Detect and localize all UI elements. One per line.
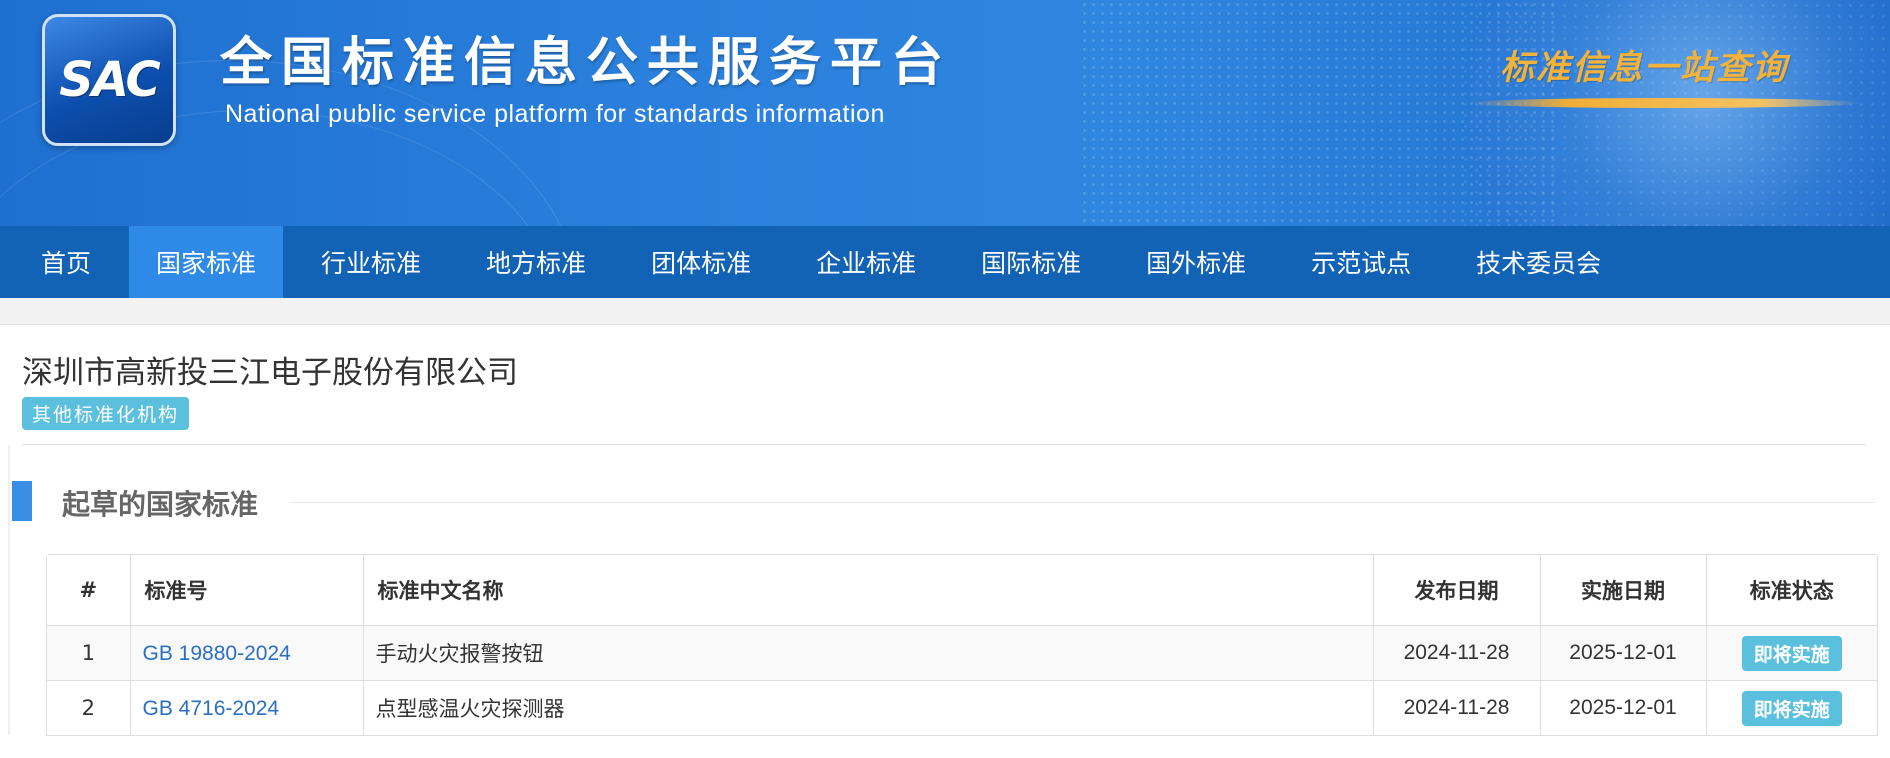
table-row[interactable]: 1 GB 19880-2024 手动火灾报警按钮 2024-11-28 2025… <box>47 625 1877 681</box>
sac-logo[interactable]: SAC <box>42 14 176 146</box>
drafted-standards-section: 起草的国家标准 <box>0 445 1890 735</box>
standard-name: 手动火灾报警按钮 <box>362 625 1374 681</box>
slogan-brush-stroke <box>1470 98 1860 108</box>
publish-date: 2024-11-28 <box>1372 680 1541 736</box>
section-accent-bar <box>12 481 32 521</box>
publish-date: 2024-11-28 <box>1372 625 1541 681</box>
site-title: 全国标准信息公共服务平台 <box>220 33 953 93</box>
nav-item-enterprise-standards[interactable]: 企业标准 <box>789 226 943 298</box>
main-nav: 首页 国家标准 行业标准 地方标准 团体标准 企业标准 国际标准 国外标准 示范… <box>0 226 1890 298</box>
column-header-status[interactable]: 标准状态 <box>1705 555 1877 626</box>
nav-item-group-standards[interactable]: 团体标准 <box>624 226 778 298</box>
status-badge: 即将实施 <box>1741 635 1842 671</box>
header-banner: SAC 全国标准信息公共服务平台 National public service… <box>0 0 1890 226</box>
globe-dots <box>1460 0 1890 226</box>
table-header-row: # 标准号 标准中文名称 发布日期 实施日期 标准状态 <box>47 555 1877 626</box>
status-badge: 即将实施 <box>1741 690 1842 726</box>
content-gap <box>0 298 1890 325</box>
column-header-effective-date[interactable]: 实施日期 <box>1539 555 1707 626</box>
standard-name: 点型感温火灾探测器 <box>362 680 1374 736</box>
nav-item-home[interactable]: 首页 <box>14 226 118 298</box>
section-left-border <box>8 445 10 735</box>
standard-code-link[interactable]: GB 4716-2024 <box>143 697 280 720</box>
nav-item-technical-committee[interactable]: 技术委员会 <box>1449 226 1628 298</box>
logo-text: SAC <box>59 52 160 108</box>
slogan: 标准信息一站查询 <box>1500 48 1788 88</box>
nav-item-foreign-standards[interactable]: 国外标准 <box>1119 226 1273 298</box>
column-header-publish-date[interactable]: 发布日期 <box>1372 555 1541 626</box>
nav-item-national-standards[interactable]: 国家标准 <box>129 226 284 298</box>
column-header-index: # <box>47 555 131 626</box>
column-header-code[interactable]: 标准号 <box>129 555 364 626</box>
effective-date: 2025-12-01 <box>1539 680 1707 736</box>
row-index: 1 <box>47 625 131 681</box>
nav-item-pilot-demo[interactable]: 示范试点 <box>1284 226 1438 298</box>
nav-item-international-standards[interactable]: 国际标准 <box>954 226 1108 298</box>
row-index: 2 <box>47 680 131 736</box>
site-subtitle: National public service platform for sta… <box>225 100 885 128</box>
standard-code-link[interactable]: GB 19880-2024 <box>143 642 291 665</box>
standards-table-wrapper: # 标准号 标准中文名称 发布日期 实施日期 标准状态 1 GB 19880-2… <box>46 554 1878 736</box>
section-rule <box>290 502 1876 503</box>
table-row[interactable]: 2 GB 4716-2024 点型感温火灾探测器 2024-11-28 2025… <box>47 680 1877 736</box>
nav-item-industry-standards[interactable]: 行业标准 <box>294 226 448 298</box>
section-title: 起草的国家标准 <box>62 488 259 521</box>
org-header: 深圳市高新投三江电子股份有限公司 其他标准化机构 <box>0 325 1890 445</box>
nav-item-local-standards[interactable]: 地方标准 <box>459 226 613 298</box>
org-name: 深圳市高新投三江电子股份有限公司 <box>22 355 518 391</box>
column-header-name[interactable]: 标准中文名称 <box>362 555 1374 626</box>
effective-date: 2025-12-01 <box>1539 625 1707 681</box>
standards-table: # 标准号 标准中文名称 发布日期 实施日期 标准状态 1 GB 19880-2… <box>47 555 1877 736</box>
org-type-badge: 其他标准化机构 <box>22 397 190 430</box>
